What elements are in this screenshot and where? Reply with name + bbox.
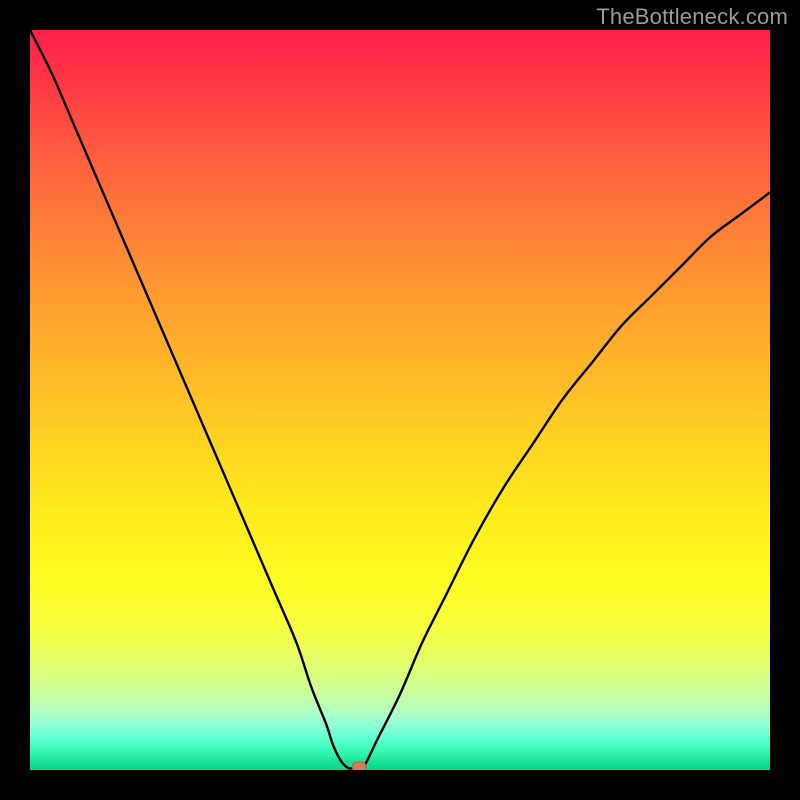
optimal-point-marker — [352, 762, 366, 770]
curve-svg — [30, 30, 770, 770]
plot-area — [30, 30, 770, 770]
watermark-text: TheBottleneck.com — [596, 4, 788, 30]
chart-frame: TheBottleneck.com — [0, 0, 800, 800]
bottleneck-curve — [30, 30, 770, 770]
